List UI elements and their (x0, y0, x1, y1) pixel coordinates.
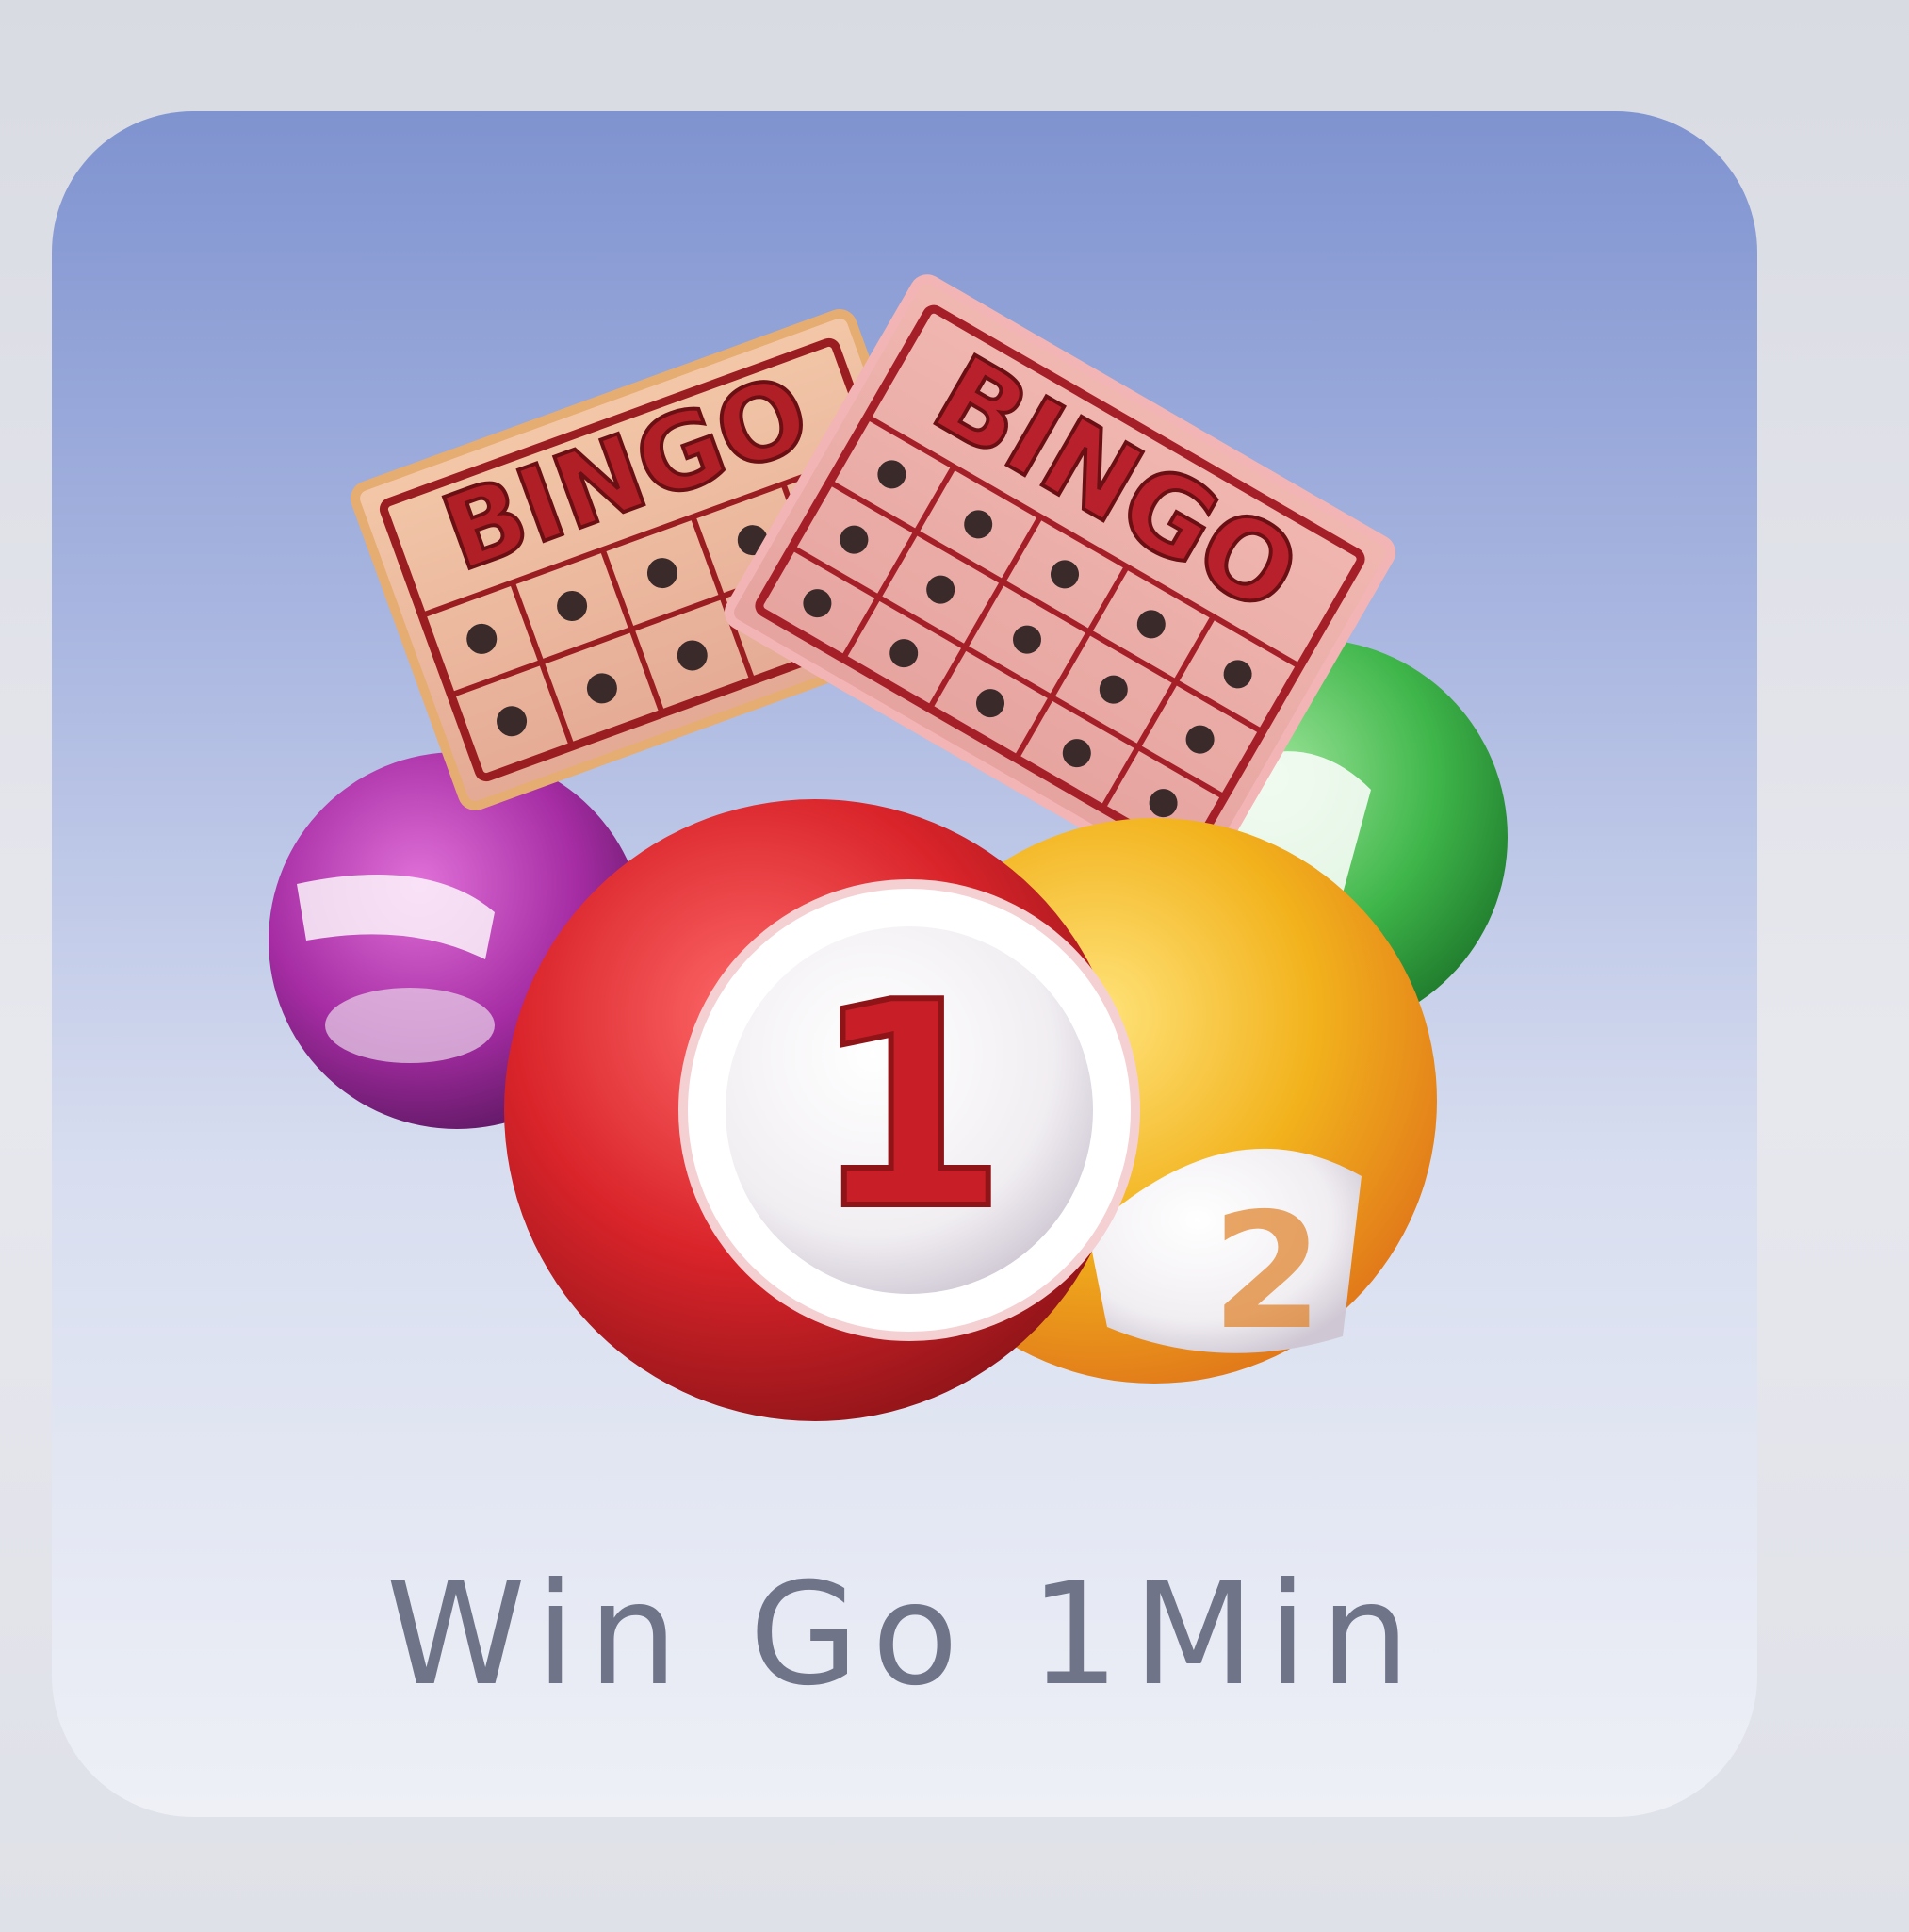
screen: BINGO BINGO 2 1 Win Go 1Min (0, 0, 1909, 1932)
game-title: Win Go 1Min (385, 1553, 1424, 1717)
win-go-1min-game-tile[interactable]: BINGO BINGO 2 1 Win Go 1Min (52, 111, 1757, 1817)
svg-text:2: 2 (1212, 1179, 1323, 1366)
bingo-balls-and-cards-icon: BINGO BINGO 2 1 (269, 274, 1508, 1421)
ball-number: 1 (811, 942, 1008, 1271)
